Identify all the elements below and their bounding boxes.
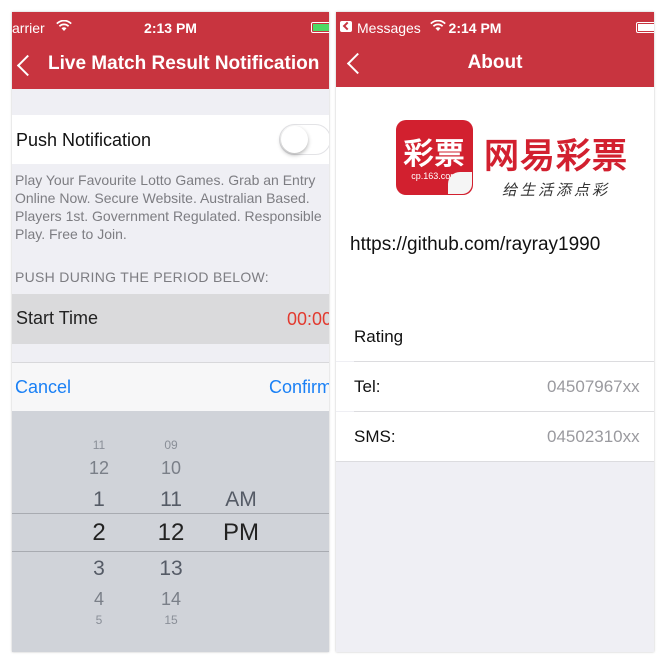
status-time: 2:14 PM	[448, 20, 502, 36]
list-bottom-border	[336, 461, 654, 462]
section-header: PUSH DURING THE PERIOD BELOW:	[15, 269, 270, 285]
picker-hour[interactable]: 5	[96, 613, 103, 627]
left-screen: arrier 2:13 PM Live Match Result Notific…	[12, 12, 329, 652]
brand-slogan: 给生活添点彩	[502, 181, 611, 199]
github-url[interactable]: https://github.com/rayray1990	[350, 234, 600, 256]
picker-hour[interactable]: 1	[93, 488, 105, 512]
cancel-button[interactable]: Cancel	[15, 377, 71, 398]
description-text: Play Your Favourite Lotto Games. Grab an…	[15, 172, 322, 242]
status-bar: Messages 2:14 PM	[336, 12, 654, 42]
picker-hour[interactable]: 12	[89, 458, 109, 479]
nav-title: Live Match Result Notification	[48, 53, 320, 74]
picker-minute-selected[interactable]: 12	[158, 519, 185, 547]
picker-hour[interactable]: 4	[94, 589, 104, 610]
picker-minute[interactable]: 15	[164, 613, 177, 627]
picker-minute[interactable]: 14	[161, 589, 181, 610]
tel-row[interactable]: Tel: 04507967xx	[336, 362, 654, 411]
confirm-button[interactable]: Confirm	[269, 377, 329, 398]
push-notification-toggle[interactable]	[279, 124, 329, 155]
battery-icon	[636, 22, 654, 33]
push-notification-row: Push Notification	[12, 115, 329, 164]
picker-minute[interactable]: 13	[159, 557, 182, 581]
push-notification-label: Push Notification	[16, 130, 152, 150]
picker-period-selected[interactable]: PM	[223, 519, 259, 547]
picker-hour-selected[interactable]: 2	[92, 519, 105, 547]
start-time-row[interactable]: Start Time 00:00	[12, 294, 329, 344]
back-chevron-icon[interactable]	[16, 54, 39, 77]
status-time: 2:13 PM	[144, 20, 197, 36]
picker-minute[interactable]: 10	[161, 458, 181, 479]
right-screen: Messages 2:14 PM About 彩票 cp.163.com 网易彩…	[336, 12, 654, 652]
logo-icon-text: 彩票	[403, 138, 466, 171]
nav-bar: arrier 2:13 PM Live Match Result Notific…	[12, 12, 329, 89]
nav-title: About	[467, 52, 523, 73]
status-bar: arrier 2:13 PM	[12, 12, 329, 42]
tel-value: 04507967xx	[547, 377, 640, 396]
picker-minute[interactable]: 11	[160, 488, 182, 512]
tel-label: Tel:	[354, 377, 381, 396]
start-time-label: Start Time	[16, 308, 99, 328]
battery-icon	[311, 22, 329, 33]
picker-hour[interactable]: 11	[93, 438, 105, 452]
nav-bar: Messages 2:14 PM About	[336, 12, 654, 87]
toggle-knob	[281, 126, 308, 153]
picker-minute[interactable]: 09	[164, 438, 177, 452]
picker-toolbar: Cancel Confirm	[12, 362, 329, 412]
about-header: 彩票 cp.163.com 网易彩票 给生活添点彩 https://github…	[336, 87, 654, 312]
rating-row[interactable]: Rating	[336, 312, 654, 361]
brand-name: 网易彩票	[484, 137, 629, 177]
picker-period[interactable]: AM	[225, 488, 257, 512]
time-picker[interactable]: 11 12 1 2 3 4 5 09 10 11 12 13 14 15 AM …	[12, 411, 329, 652]
logo-page-curl	[448, 172, 472, 194]
sms-label: SMS:	[354, 427, 396, 446]
start-time-value: 00:00	[287, 309, 329, 329]
sms-row[interactable]: SMS: 04502310xx	[336, 412, 654, 461]
sms-value: 04502310xx	[547, 427, 640, 446]
picker-hour[interactable]: 3	[93, 557, 105, 581]
rating-label: Rating	[354, 327, 404, 346]
